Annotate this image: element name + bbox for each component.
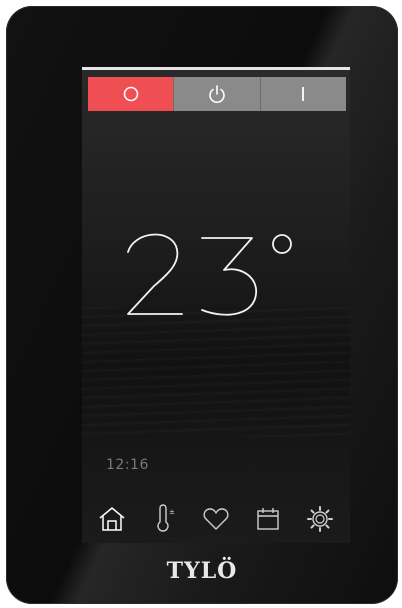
screen-top-edge	[82, 67, 350, 70]
bottom-navigation: ±	[82, 499, 350, 539]
nav-favorites[interactable]	[196, 499, 236, 539]
temperature-digits	[127, 233, 292, 316]
power-icon	[209, 85, 225, 103]
brand-logo: TYLÖ	[166, 558, 238, 584]
mode-selector	[88, 77, 346, 111]
home-icon	[99, 507, 125, 531]
nav-schedule[interactable]	[248, 499, 288, 539]
temperature-display: 23°	[82, 222, 350, 336]
mode-button-eco[interactable]	[88, 77, 175, 111]
gear-icon	[307, 506, 333, 532]
nav-settings[interactable]	[300, 499, 340, 539]
calendar-icon	[257, 508, 279, 530]
svg-text:±: ±	[169, 508, 175, 516]
thermometer-icon: ±	[157, 504, 175, 532]
control-panel-device: 23° 12:16 ±	[6, 6, 398, 604]
mode-button-power[interactable]	[174, 77, 261, 111]
on-bar-icon	[302, 87, 305, 101]
mode-button-on[interactable]	[260, 77, 346, 111]
touchscreen: 23° 12:16 ±	[82, 67, 350, 543]
heart-icon	[203, 508, 229, 530]
clock-time: 12:16	[106, 457, 149, 473]
nav-home[interactable]	[92, 499, 132, 539]
nav-temperature[interactable]: ±	[144, 499, 184, 539]
circle-o-icon	[123, 86, 138, 102]
